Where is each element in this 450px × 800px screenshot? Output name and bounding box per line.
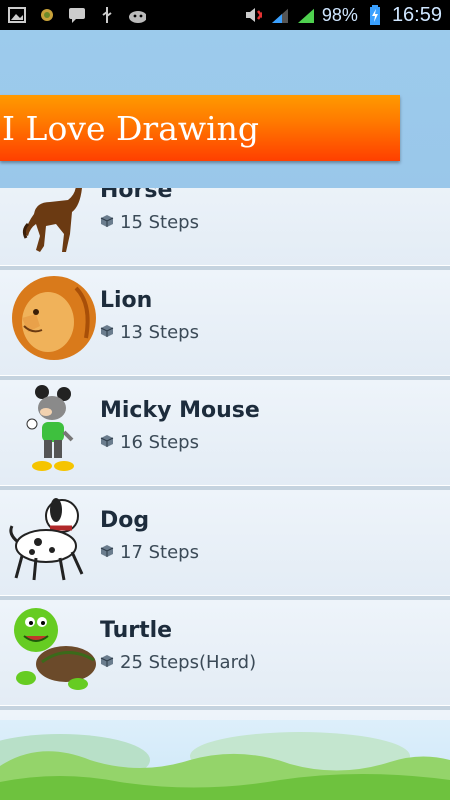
title-banner: I Love Drawing bbox=[0, 95, 400, 161]
steps-count: 16 Steps bbox=[120, 432, 199, 453]
chat-icon bbox=[68, 6, 86, 24]
steps-count: 25 Steps(Hard) bbox=[120, 652, 257, 673]
grass-scenery bbox=[0, 720, 450, 800]
item-title: Micky Mouse bbox=[100, 398, 260, 423]
signal-icon bbox=[296, 6, 314, 24]
turtle-icon bbox=[6, 604, 98, 696]
item-title: Turtle bbox=[100, 618, 173, 643]
image-icon bbox=[8, 6, 26, 24]
cube-icon bbox=[100, 653, 114, 672]
status-bar: 98% 16:59 bbox=[0, 0, 450, 30]
list-item-micky-mouse[interactable]: Micky Mouse 16 Steps bbox=[0, 380, 450, 492]
steps-row: 15 Steps bbox=[100, 212, 199, 233]
list-item-horse[interactable]: Horse 15 Steps bbox=[0, 188, 450, 272]
steps-count: 15 Steps bbox=[120, 212, 199, 233]
battery-percentage: 98% bbox=[321, 4, 358, 25]
android-icon bbox=[128, 6, 146, 24]
steps-row: 16 Steps bbox=[100, 432, 199, 453]
signal-icon bbox=[270, 6, 288, 24]
cube-icon bbox=[100, 433, 114, 452]
cube-icon bbox=[100, 213, 114, 232]
steps-row: 17 Steps bbox=[100, 542, 199, 563]
drawing-list[interactable]: Horse 15 Steps Lion 13 Steps Micky Mouse… bbox=[0, 188, 450, 728]
battery-icon bbox=[366, 5, 384, 25]
notification-icon bbox=[38, 6, 56, 24]
usb-icon bbox=[98, 6, 116, 24]
app-title: I Love Drawing bbox=[2, 108, 260, 148]
horse-icon bbox=[6, 188, 98, 256]
dog-icon bbox=[6, 494, 98, 586]
cube-icon bbox=[100, 543, 114, 562]
micky-mouse-icon bbox=[6, 384, 98, 476]
steps-count: 13 Steps bbox=[120, 322, 199, 343]
clock: 16:59 bbox=[391, 3, 442, 26]
lion-icon bbox=[6, 274, 98, 366]
list-item-lion[interactable]: Lion 13 Steps bbox=[0, 270, 450, 382]
steps-row: 25 Steps(Hard) bbox=[100, 652, 256, 673]
item-title: Horse bbox=[100, 188, 173, 203]
mute-icon bbox=[244, 6, 262, 24]
list-item-turtle[interactable]: Turtle 25 Steps(Hard) bbox=[0, 600, 450, 712]
cube-icon bbox=[100, 323, 114, 342]
steps-row: 13 Steps bbox=[100, 322, 199, 343]
steps-count: 17 Steps bbox=[120, 542, 199, 563]
item-title: Lion bbox=[100, 288, 153, 313]
item-title: Dog bbox=[100, 508, 150, 533]
list-item-dog[interactable]: Dog 17 Steps bbox=[0, 490, 450, 602]
